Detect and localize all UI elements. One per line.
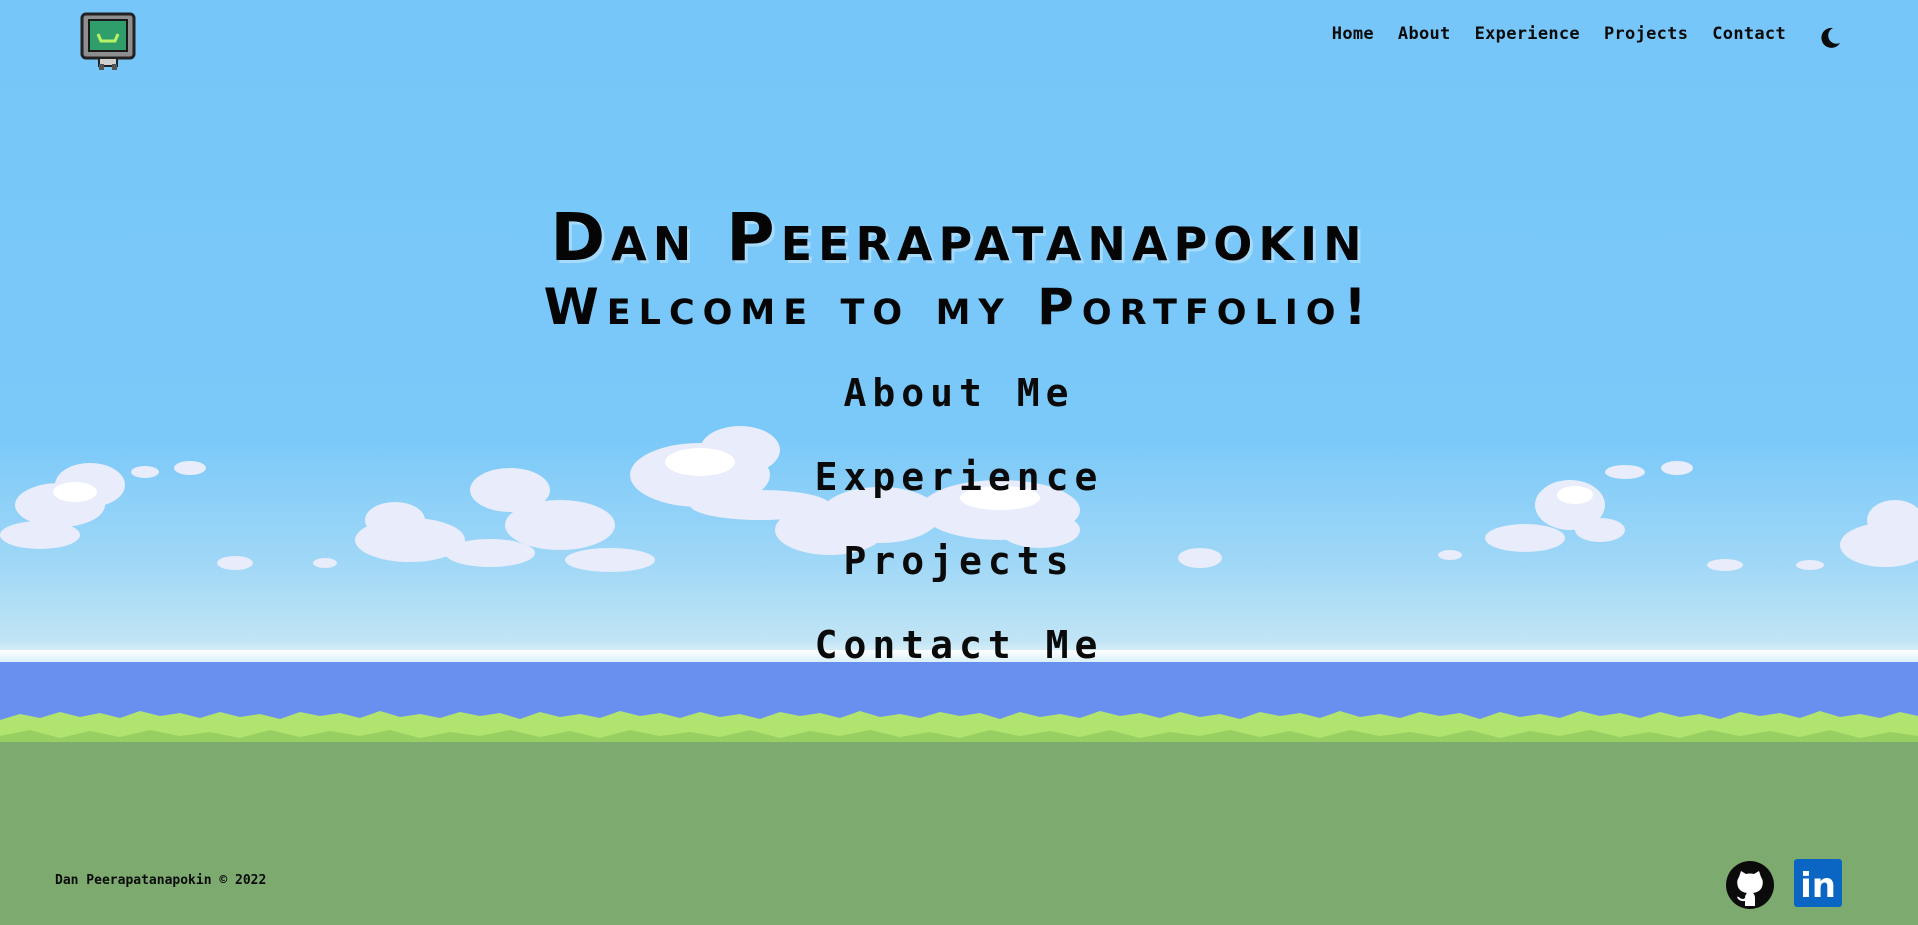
moon-icon[interactable] [1818,26,1842,50]
nav-about[interactable]: About [1398,24,1451,44]
linkedin-icon[interactable]: in [1794,859,1842,907]
github-icon[interactable] [1725,860,1775,910]
robot-computer-icon[interactable] [80,12,136,70]
top-nav: Home About Experience Projects Contact [1332,24,1786,44]
nav-experience[interactable]: Experience [1475,24,1580,44]
hero-menu: About Me Experience Projects Contact Me [0,368,1918,704]
copyright: Dan Peerapatanapokin © 2022 [55,873,267,888]
menu-projects[interactable]: Projects [0,536,1918,620]
nav-projects[interactable]: Projects [1604,24,1688,44]
grass [0,711,1918,746]
hero-subtitle: Welcome to my Portfolio! [543,278,1375,336]
linkedin-icon-label: in [1800,866,1836,906]
menu-about-me[interactable]: About Me [0,368,1918,452]
ground [0,742,1918,925]
hero-title: Dan Peerapatanapokin [550,199,1368,276]
menu-contact-me[interactable]: Contact Me [0,620,1918,704]
nav-home[interactable]: Home [1332,24,1374,44]
menu-experience[interactable]: Experience [0,452,1918,536]
nav-contact[interactable]: Contact [1712,24,1786,44]
